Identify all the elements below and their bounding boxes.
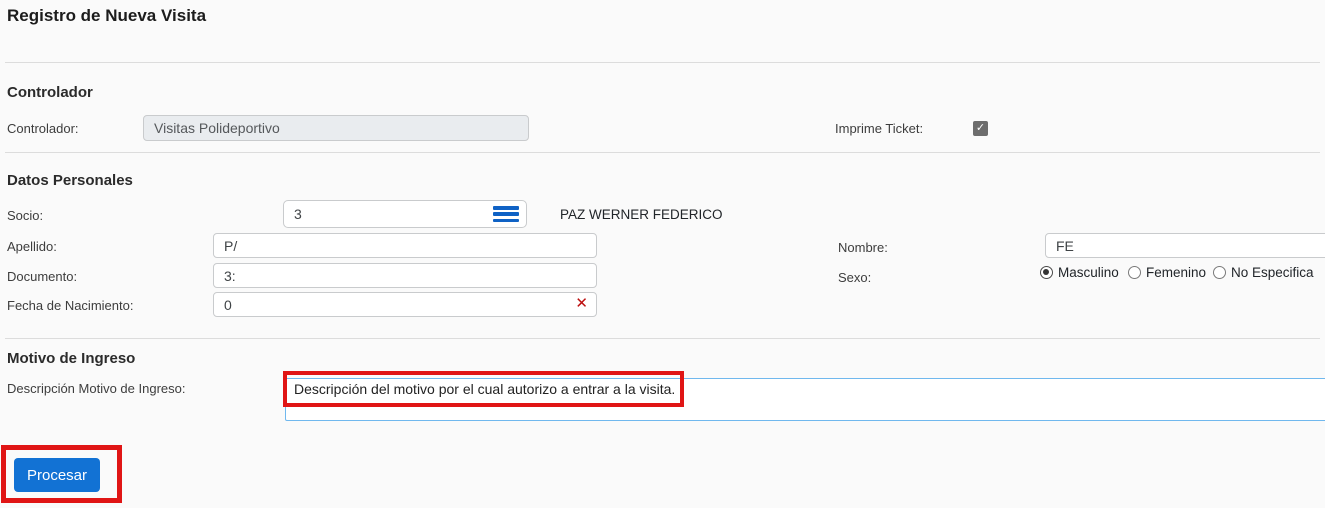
radio-no-especifica[interactable]: No Especifica [1213, 265, 1314, 280]
divider [5, 152, 1320, 153]
documento-label: Documento: [7, 269, 77, 284]
socio-field [283, 200, 527, 228]
nombre-label: Nombre: [838, 240, 888, 255]
radio-button-icon[interactable] [1213, 266, 1226, 279]
fecha-nacimiento-input[interactable] [213, 292, 597, 317]
fecha-nacimiento-field: ✕ [213, 292, 597, 317]
apellido-input[interactable] [213, 233, 597, 258]
apellido-label: Apellido: [7, 239, 57, 254]
fecha-nacimiento-label: Fecha de Nacimiento: [7, 298, 133, 313]
section-title-motivo-ingreso: Motivo de Ingreso [7, 350, 135, 367]
radio-femenino[interactable]: Femenino [1128, 265, 1206, 280]
radio-label: Femenino [1146, 265, 1206, 280]
divider [5, 62, 1320, 63]
sexo-label: Sexo: [838, 270, 871, 285]
divider [5, 338, 1320, 339]
socio-input[interactable] [283, 200, 527, 228]
page-title: Registro de Nueva Visita [7, 6, 206, 26]
documento-input[interactable] [213, 263, 597, 288]
controlador-label: Controlador: [7, 121, 79, 136]
annotation-box-procesar [1, 445, 122, 503]
socio-label: Socio: [7, 208, 43, 223]
radio-label: No Especifica [1231, 265, 1314, 280]
nombre-input[interactable] [1045, 233, 1325, 258]
checkmark-icon: ✓ [976, 122, 985, 134]
section-title-controlador: Controlador [7, 84, 93, 101]
socio-lookup-hamburger-icon[interactable] [493, 206, 519, 222]
socio-result-name: PAZ WERNER FEDERICO [560, 207, 723, 222]
radio-button-icon[interactable] [1128, 266, 1141, 279]
imprime-ticket-label: Imprime Ticket: [835, 121, 923, 136]
descripcion-motivo-label: Descripción Motivo de Ingreso: [7, 381, 185, 396]
radio-label: Masculino [1058, 265, 1119, 280]
controlador-input[interactable] [143, 115, 529, 141]
annotation-box-description [283, 371, 684, 407]
imprime-ticket-checkbox[interactable]: ✓ [973, 121, 988, 136]
section-title-datos-personales: Datos Personales [7, 172, 133, 189]
radio-button-icon[interactable] [1040, 266, 1053, 279]
clear-x-icon[interactable]: ✕ [575, 295, 588, 313]
radio-masculino[interactable]: Masculino [1040, 265, 1119, 280]
